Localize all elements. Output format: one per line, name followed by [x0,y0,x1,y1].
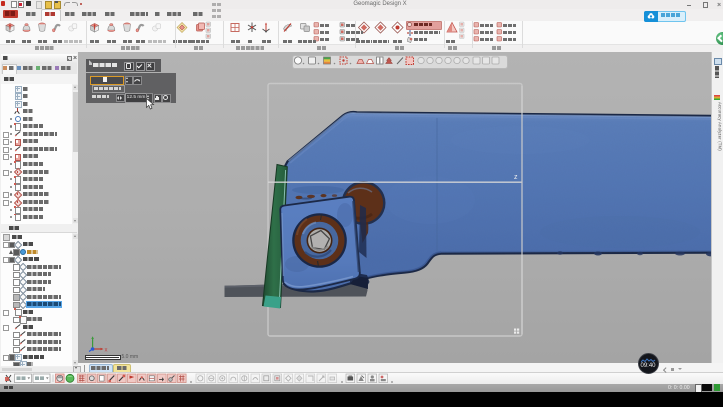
svg-text:x: x [105,348,108,354]
svg-text:z: z [514,174,518,181]
